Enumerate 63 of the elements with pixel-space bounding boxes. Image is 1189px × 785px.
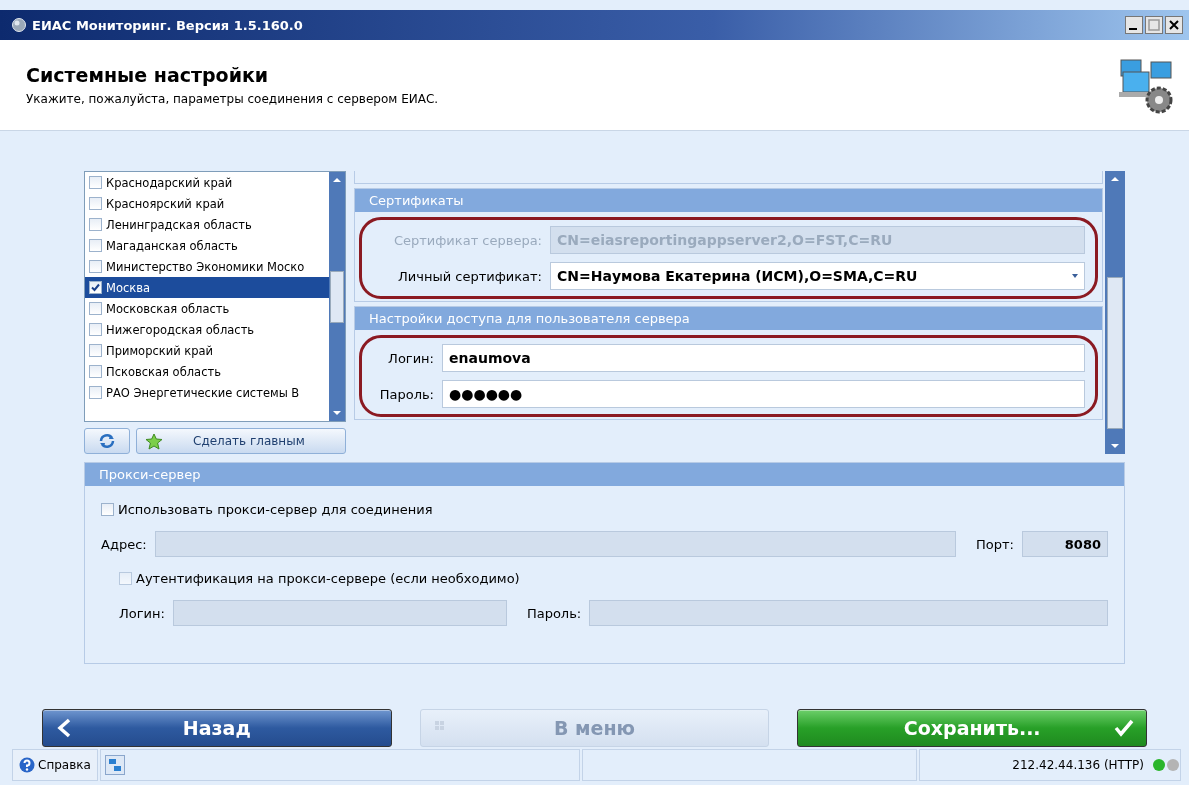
make-main-button[interactable]: Сделать главным (136, 428, 346, 454)
input-field[interactable]: enaumova (442, 344, 1085, 372)
help-button[interactable]: Справка (12, 749, 98, 781)
checkbox[interactable] (89, 302, 102, 315)
page-subtitle: Укажите, пожалуйста, параметры соединения с сервером ЕИАС. (26, 92, 439, 106)
region-item[interactable]: Краснодарский край (85, 172, 329, 193)
checkbox[interactable] (89, 344, 102, 357)
region-item[interactable]: Москва (85, 277, 329, 298)
close-icon[interactable] (1165, 16, 1183, 34)
field-label: Пароль: (378, 386, 434, 402)
region-item[interactable]: Министерство Экономики Моско (85, 256, 329, 277)
scrollbar-thumb[interactable] (1107, 276, 1123, 429)
region-item[interactable]: Красноярский край (85, 193, 329, 214)
connection-status: 212.42.44.136 (HTTP) (1012, 758, 1144, 772)
help-icon (19, 757, 35, 773)
field-label: Личный сертификат: (397, 268, 542, 284)
minimize-icon[interactable] (1125, 16, 1143, 34)
region-item[interactable]: Магаданская область (85, 235, 329, 256)
group-header: Настройки доступа для пользователя сервера (355, 307, 1102, 330)
checkmark-icon (1114, 719, 1134, 737)
star-icon (145, 432, 163, 450)
input-field[interactable]: ●●●●●● (442, 380, 1085, 408)
save-button[interactable]: Сохранить... (797, 709, 1147, 747)
back-button[interactable]: Назад (42, 709, 392, 747)
field-label: Сертификат сервера: (392, 232, 542, 248)
maximize-icon[interactable] (1145, 16, 1163, 34)
checkbox[interactable] (89, 323, 102, 336)
checkbox[interactable] (89, 281, 102, 294)
group-header: Сертификаты (355, 189, 1102, 212)
field-label: Адрес: (101, 536, 147, 552)
scrollbar-thumb[interactable] (330, 270, 344, 323)
region-item[interactable]: Приморский край (85, 340, 329, 361)
checkbox-label: Аутентификация на прокси-сервере (если необходимо) (136, 571, 520, 586)
checkbox[interactable] (89, 260, 102, 273)
refresh-button[interactable] (84, 428, 130, 454)
checkbox[interactable] (89, 197, 102, 210)
region-item[interactable]: РАО Энергетические системы В (85, 382, 329, 403)
page-title: Системные настройки (26, 64, 270, 86)
region-item[interactable]: Псковская область (85, 361, 329, 382)
field-label: Порт: (976, 536, 1014, 552)
checkbox[interactable] (89, 386, 102, 399)
checkbox[interactable] (89, 176, 102, 189)
region-item[interactable]: Ленинградская область (85, 214, 329, 235)
region-item[interactable]: Московская область (85, 298, 329, 319)
globe-icon (12, 18, 26, 32)
field-label: Логин: (387, 350, 434, 366)
scrollbar[interactable] (329, 172, 345, 421)
network-icon[interactable] (104, 755, 125, 775)
group-header: Прокси-сервер (85, 463, 1124, 486)
checkbox[interactable] (101, 503, 114, 516)
field-label: Пароль: (526, 605, 582, 621)
window-title: ЕИАС Мониторинг. Версия 1.5.160.0 (32, 17, 303, 33)
chevron-left-icon (57, 718, 71, 738)
field-label: Логин: (119, 605, 165, 621)
checkbox[interactable] (89, 365, 102, 378)
region-item[interactable]: Нижегородская область (85, 319, 329, 340)
scrollbar[interactable] (1105, 171, 1125, 454)
dropdown-field[interactable]: CN=Наумова Екатерина (ИСМ),O=SMA,C=RU (550, 262, 1085, 290)
checkbox-label: Использовать прокси-сервер для соединения (118, 502, 433, 517)
checkbox[interactable] (89, 218, 102, 231)
refresh-icon (98, 433, 116, 449)
checkbox[interactable] (89, 239, 102, 252)
dropdown-icon (1072, 274, 1078, 278)
